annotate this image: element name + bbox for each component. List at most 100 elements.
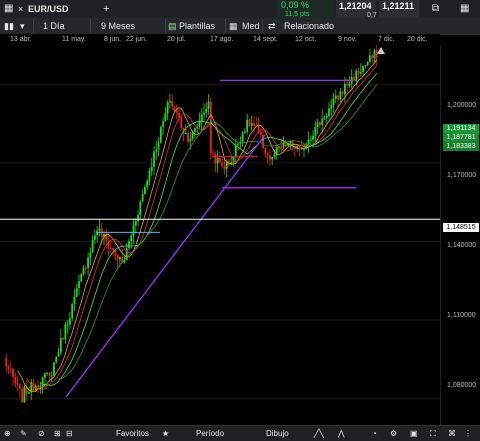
zoom-out-icon[interactable]: ⊟ <box>66 426 73 441</box>
candle-body <box>157 142 160 150</box>
period-button[interactable]: Período <box>196 426 224 441</box>
grid-view-icon[interactable]: ▦ <box>460 0 469 18</box>
add-button[interactable]: + <box>103 0 109 18</box>
candle-body <box>23 387 26 403</box>
templates-button[interactable]: Plantillas <box>179 18 215 34</box>
candle-body <box>246 119 249 132</box>
candle-body <box>344 83 346 95</box>
indicator-icon[interactable]: ▦ <box>229 18 238 34</box>
change-pct: 0,09 % <box>281 0 310 10</box>
candle-body <box>312 135 314 140</box>
screenshot-icon[interactable]: ▣ <box>410 426 418 441</box>
edit-icon[interactable]: ⊘ <box>38 426 45 441</box>
favorites-button[interactable]: Favoritos <box>116 426 149 441</box>
candle-body <box>269 155 271 160</box>
candle-body <box>346 83 349 86</box>
candle-body <box>184 132 187 134</box>
candle-body <box>78 281 80 289</box>
candle-body <box>223 165 226 169</box>
zoom-in-icon[interactable]: ⊞ <box>54 426 61 441</box>
candle-body <box>328 108 330 116</box>
candle-body <box>82 267 85 274</box>
period-select[interactable]: 9 Meses <box>101 18 135 34</box>
candle-body <box>266 153 269 156</box>
candle-body <box>57 352 60 357</box>
bid-price: 1,21204 <box>339 1 372 11</box>
drawing-button[interactable]: Dibujo <box>266 426 289 441</box>
candle-body <box>300 146 303 150</box>
candle-body <box>50 375 53 377</box>
x-tick: 9 nov. <box>338 36 357 43</box>
candle-body <box>66 324 69 326</box>
candle-body <box>150 166 153 171</box>
star-icon[interactable]: ★ <box>162 426 169 441</box>
candle-body <box>146 180 149 187</box>
x-axis: 13 abr. 11 may. 8 jun. 22 jun. 20 jul. 1… <box>0 34 440 45</box>
candle-body <box>19 384 21 389</box>
trend-line <box>65 134 266 398</box>
moving-average-line <box>40 72 378 386</box>
price-chart[interactable] <box>0 41 440 425</box>
fullscreen-icon[interactable]: ⛶ <box>430 426 436 441</box>
candle-body <box>71 303 74 319</box>
alert-icon[interactable]: ◔ <box>372 426 377 441</box>
candle-body <box>116 254 119 260</box>
candle-body <box>171 101 174 107</box>
crosshair-price-tag: 1,148515 <box>443 223 479 232</box>
candle-body <box>253 123 255 126</box>
indicator-button[interactable]: Med <box>242 18 260 34</box>
templates-icon[interactable]: ▤ <box>168 18 177 34</box>
candle-body <box>259 132 262 136</box>
fibonacci-icon[interactable]: ⋀ <box>338 426 345 441</box>
candle-body <box>334 95 337 99</box>
chart-type-icon[interactable]: ▮▮ <box>4 18 14 34</box>
interval-select[interactable]: 1 Día <box>43 18 65 34</box>
candle-body <box>205 108 208 113</box>
open-window-icon[interactable]: ⧉ <box>432 0 439 18</box>
ask-box[interactable]: 1,21211 <box>379 0 419 18</box>
candle-body <box>198 121 201 127</box>
top-bar: ▦ × EUR/USD + 0,09 % 11,5 pts 1,21204 0,… <box>0 0 480 19</box>
candle-body <box>130 235 133 242</box>
x-tick: 22 jun. <box>126 36 148 43</box>
y-tick: 1,140000 <box>447 242 477 249</box>
candle-body <box>178 112 180 118</box>
candle-body <box>14 376 17 384</box>
y-tick: 1,110000 <box>447 312 476 319</box>
candle-body <box>212 153 214 155</box>
related-icon[interactable]: ⇄ <box>268 18 276 34</box>
pencil-icon[interactable]: ✎ <box>20 426 27 441</box>
crosshair-icon[interactable]: ⊕ <box>4 426 11 441</box>
candle-body <box>119 256 121 260</box>
chart-area[interactable] <box>0 41 440 425</box>
candle-body <box>87 257 89 268</box>
trendline-icon[interactable]: ╱╲ <box>314 426 324 441</box>
candle-body <box>53 362 55 376</box>
x-tick: 13 abr. <box>10 36 32 43</box>
candle-body <box>139 201 142 215</box>
more-icon[interactable]: ⋮ <box>464 426 472 441</box>
candle-body <box>214 154 217 164</box>
candle-body <box>371 55 374 59</box>
chevron-down-icon[interactable]: ▾ <box>20 18 25 34</box>
last-price-marker <box>377 47 385 54</box>
candle-body <box>355 70 358 81</box>
candle-body <box>321 118 324 126</box>
candle-body <box>162 121 164 127</box>
close-icon[interactable]: × <box>18 0 23 18</box>
settings-icon[interactable]: ⚙ <box>390 426 397 441</box>
candle-body <box>94 235 96 240</box>
bid-box[interactable]: 1,21204 0,7 <box>336 0 377 19</box>
related-button[interactable]: Relacionado <box>284 18 334 34</box>
candle-body <box>337 95 339 100</box>
candle-body <box>96 230 99 236</box>
candle-body <box>73 296 76 304</box>
candle-body <box>216 158 219 164</box>
link-icon[interactable]: ⌘ <box>448 426 456 441</box>
candle-body <box>153 151 155 167</box>
candle-body <box>9 368 12 370</box>
candle-body <box>309 139 312 141</box>
symbol-label[interactable]: EUR/USD <box>28 0 69 18</box>
candle-body <box>37 385 39 388</box>
grid-icon[interactable]: ▦ <box>4 0 13 18</box>
